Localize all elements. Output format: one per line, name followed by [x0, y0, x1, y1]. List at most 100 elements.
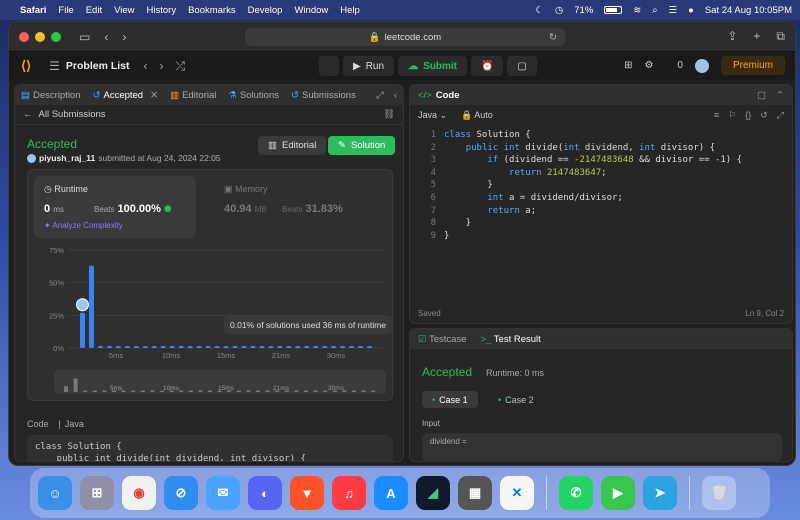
editorial-button[interactable]: ▥ Editorial [258, 136, 327, 155]
siri-icon[interactable]: ● [688, 5, 694, 16]
runtime-card[interactable]: ◷ Runtime 0 ms Beats 100.00% ✺ ✦ Analyze … [34, 176, 196, 238]
user-avatar[interactable] [694, 58, 709, 73]
premium-button[interactable]: Premium [720, 56, 785, 75]
solution-button[interactable]: ✎ Solution [328, 136, 396, 155]
analyze-label: Analyze Complexity [52, 221, 123, 230]
braces-icon[interactable]: {} [745, 110, 751, 121]
run-button[interactable]: ▶ Run [343, 56, 395, 76]
dock-facetime-icon[interactable]: ▶ [601, 476, 635, 510]
leetcode-logo-icon[interactable]: ⟨⟩ [21, 58, 31, 74]
menu-history[interactable]: History [147, 5, 177, 16]
debug-button[interactable] [319, 56, 339, 76]
forward-icon[interactable]: › [122, 30, 126, 44]
clock-icon[interactable]: ◷ [555, 5, 563, 16]
menu-window[interactable]: Window [294, 5, 328, 16]
tab-submissions[interactable]: ↺ Submissions [291, 90, 356, 101]
dock-trash-icon[interactable]: 🗑 [702, 476, 736, 510]
bookmark-icon[interactable]: ⚐ [728, 110, 736, 121]
back-arrow-icon[interactable]: ← [23, 109, 33, 120]
app-menu[interactable]: Safari [20, 5, 46, 16]
chart-x-tick: 10ms [162, 351, 181, 360]
tab-accepted[interactable]: ↺ Accepted ✕ [93, 90, 159, 101]
minimize-window-button[interactable] [35, 31, 45, 42]
zoom-window-button[interactable] [51, 31, 61, 42]
tab-editorial[interactable]: ▥ Editorial [170, 90, 216, 101]
submission-status: Accepted [27, 137, 78, 151]
prev-problem-icon[interactable]: ‹ [144, 59, 148, 73]
language-select[interactable]: Java ⌄ [418, 110, 447, 121]
chart-minimap-bar [140, 390, 145, 392]
dock-mail-icon[interactable]: ✉ [206, 476, 240, 510]
dock-app-store-icon[interactable]: A [374, 476, 408, 510]
dock-discord-icon[interactable]: ◐ [248, 476, 282, 510]
menu-develop[interactable]: Develop [248, 5, 283, 16]
timer-button[interactable]: ⏰ [470, 56, 504, 76]
wifi-icon[interactable]: ≋ [633, 5, 641, 16]
tab-code[interactable]: Code [436, 90, 460, 101]
close-window-button[interactable] [19, 31, 29, 42]
dock-music-icon[interactable]: ♫ [332, 476, 366, 510]
menu-bookmarks[interactable]: Bookmarks [188, 5, 236, 16]
line-number: 2 [430, 142, 436, 153]
battery-icon[interactable] [604, 6, 623, 14]
dock-brave-icon[interactable]: ▼ [290, 476, 324, 510]
chart-minimap-bar [246, 390, 251, 392]
menu-edit[interactable]: Edit [86, 5, 102, 16]
memory-label[interactable]: ▣ Memory [224, 184, 268, 195]
back-icon[interactable]: ‹ [104, 30, 108, 44]
sidebar-icon[interactable]: ▭ [79, 30, 90, 44]
problem-list-link[interactable]: Problem List [66, 60, 130, 72]
input-box: dividend = [422, 433, 782, 461]
reset-icon[interactable]: ↺ [760, 110, 768, 121]
menu-help[interactable]: Help [340, 5, 360, 16]
code-section-label: Code | Java [27, 419, 84, 429]
tab-testcase[interactable]: ☑ Testcase [418, 334, 466, 345]
reload-icon[interactable]: ↻ [549, 32, 557, 43]
dock-safari-icon[interactable]: ⊘ [164, 476, 198, 510]
collapse-icon[interactable]: ‹ [394, 90, 397, 101]
share-icon[interactable]: ⇪ [727, 29, 737, 44]
tab-overview-icon[interactable]: ⧉ [776, 29, 785, 44]
case-2-tab[interactable]: • Case 2 [490, 391, 542, 408]
menu-file[interactable]: File [58, 5, 73, 16]
auto-mode[interactable]: 🔒 Auto [461, 110, 493, 121]
tab-solutions[interactable]: ⚗ Solutions [228, 90, 279, 101]
dock-calculator-icon[interactable]: ▦ [458, 476, 492, 510]
dock-vscode-icon[interactable]: ✕ [500, 476, 534, 510]
maximize-icon[interactable]: ▢ [757, 90, 766, 101]
list-icon[interactable]: ☰ [49, 59, 60, 73]
case-1-tab[interactable]: • Case 1 [422, 391, 478, 408]
close-tab-icon[interactable]: ✕ [150, 90, 158, 101]
chart-bar [115, 346, 121, 348]
dock-chrome-icon[interactable]: ◉ [122, 476, 156, 510]
focus-icon[interactable]: ☾ [535, 5, 544, 16]
username[interactable]: piyush_raj_11 [39, 153, 95, 163]
link-icon[interactable]: ⛓ [383, 109, 395, 120]
analyze-complexity-link[interactable]: ✦ Analyze Complexity [44, 221, 123, 230]
dock-launchpad-icon[interactable]: ⊞ [80, 476, 114, 510]
all-submissions-link[interactable]: All Submissions [39, 109, 106, 120]
dock-terminal-icon[interactable]: ◢ [416, 476, 450, 510]
address-bar[interactable]: 🔒 leetcode.com ↻ [245, 28, 565, 46]
tab-test-result[interactable]: >_ Test Result [480, 334, 540, 345]
fullscreen-icon[interactable]: ⤢ [777, 110, 784, 121]
submit-button[interactable]: ☁ Submit [398, 56, 467, 76]
maximize-icon[interactable]: ⤢ [376, 90, 384, 101]
dock-whatsapp-icon[interactable]: ✆ [559, 476, 593, 510]
shuffle-icon[interactable]: ⤮ [176, 59, 186, 74]
settings-gear-icon[interactable]: ⚙ [644, 60, 653, 71]
datetime[interactable]: Sat 24 Aug 10:05PM [705, 5, 792, 16]
menu-view[interactable]: View [114, 5, 134, 16]
new-tab-icon[interactable]: + [753, 29, 760, 44]
collapse-icon[interactable]: ⌃ [776, 90, 784, 101]
dock-telegram-icon[interactable]: ➤ [643, 476, 677, 510]
dock-finder-icon[interactable]: ☺ [38, 476, 72, 510]
search-icon[interactable]: ⌕ [652, 5, 657, 16]
tab-label: Editorial [182, 89, 217, 101]
control-center-icon[interactable]: ☰ [669, 5, 678, 16]
layout-grid-icon[interactable]: ⊞ [624, 60, 632, 71]
format-icon[interactable]: ≡ [714, 110, 719, 121]
tab-description[interactable]: ▤ Description [21, 90, 81, 101]
notes-button[interactable]: ▢ [507, 56, 537, 76]
next-problem-icon[interactable]: › [160, 59, 164, 73]
